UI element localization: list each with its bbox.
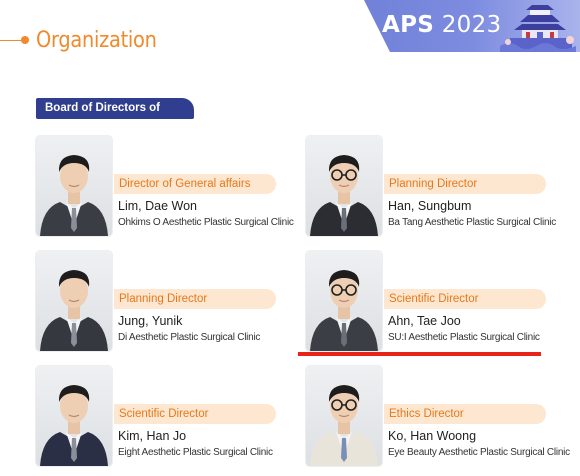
- member-name: Ko, Han Woong: [388, 429, 477, 443]
- aps-2023-banner: APS 2023: [342, 0, 580, 52]
- member-role: Planning Director: [384, 174, 546, 194]
- member-clinic: Ba Tang Aesthetic Plastic Surgical Clini…: [388, 217, 556, 228]
- portrait-icon: [40, 385, 108, 466]
- member-name: Lim, Dae Won: [118, 199, 197, 213]
- palace-illustration-icon: [500, 5, 576, 52]
- portrait-icon: [40, 270, 108, 351]
- portrait-icon: [310, 270, 378, 351]
- banner-brand: APS: [382, 12, 435, 38]
- board-of-directors-badge: Board of Directors of KAPS: [36, 98, 194, 135]
- member-card: Planning Director Jung, Yunik Di Aesthet…: [36, 251, 296, 351]
- member-clinic: Eight Aesthetic Plastic Surgical Clinic: [118, 447, 273, 458]
- member-name: Kim, Han Jo: [118, 429, 187, 443]
- member-name: Jung, Yunik: [118, 314, 183, 328]
- member-card: Ethics Director Ko, Han Woong Eye Beauty…: [306, 366, 570, 466]
- member-photo: [36, 136, 112, 236]
- member-photo: [306, 136, 382, 236]
- member-clinic: Eye Beauty Aesthetic Plastic Surgical Cl…: [388, 447, 570, 458]
- banner-year: 2023: [441, 12, 502, 38]
- member-photo: [36, 366, 112, 466]
- member-card: Scientific Director Ahn, Tae Joo SU:I Ae…: [306, 251, 566, 351]
- member-card: Director of General affairs Lim, Dae Won…: [36, 136, 296, 236]
- portrait-icon: [310, 385, 378, 466]
- portrait-icon: [310, 155, 378, 236]
- member-role: Planning Director: [114, 289, 276, 309]
- title-accent-line: [0, 40, 22, 41]
- red-highlight-underline: [298, 352, 541, 356]
- title-accent-dot: [21, 36, 29, 44]
- member-clinic: Ohkims O Aesthetic Plastic Surgical Clin…: [118, 217, 294, 228]
- member-clinic: Di Aesthetic Plastic Surgical Clinic: [118, 332, 261, 343]
- banner-title: APS 2023: [382, 12, 501, 38]
- member-photo: [306, 251, 382, 351]
- member-card: Planning Director Han, Sungbum Ba Tang A…: [306, 136, 566, 236]
- member-card: Scientific Director Kim, Han Jo Eight Ae…: [36, 366, 296, 466]
- member-role: Scientific Director: [384, 289, 546, 309]
- member-role: Scientific Director: [114, 404, 276, 424]
- member-photo: [306, 366, 382, 466]
- member-role: Ethics Director: [384, 404, 546, 424]
- member-photo: [36, 251, 112, 351]
- member-name: Ahn, Tae Joo: [388, 314, 461, 328]
- page-title: Organization: [36, 28, 157, 53]
- portrait-icon: [40, 155, 108, 236]
- member-clinic: SU:I Aesthetic Plastic Surgical Clinic: [388, 332, 540, 343]
- member-name: Han, Sungbum: [388, 199, 472, 213]
- member-role: Director of General affairs: [114, 174, 276, 194]
